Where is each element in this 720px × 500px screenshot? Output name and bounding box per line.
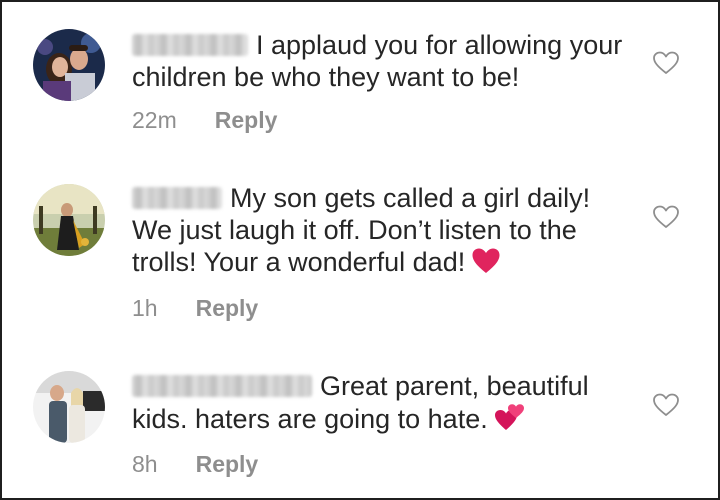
reply-button[interactable]: Reply xyxy=(196,451,259,477)
reply-button[interactable]: Reply xyxy=(215,107,278,133)
two-hearts-emoji xyxy=(494,402,526,439)
comment-meta: 1h Reply xyxy=(132,294,258,322)
heart-outline-icon[interactable] xyxy=(653,51,679,75)
heart-outline-icon[interactable] xyxy=(653,393,679,417)
comment-text-block: My son gets called a girl daily! We just… xyxy=(132,182,632,282)
comment-time: 22m xyxy=(132,107,177,133)
comment-time: 1h xyxy=(132,295,158,321)
avatar[interactable] xyxy=(33,29,105,101)
comments-panel: I applaud you for allowing your children… xyxy=(0,0,720,500)
avatar[interactable] xyxy=(33,184,105,256)
heart-outline-icon[interactable] xyxy=(653,205,679,229)
comment-text-block: Great parent, beautiful kids. haters are… xyxy=(132,370,632,439)
comment-meta: 8h Reply xyxy=(132,450,258,478)
comment-text-block: I applaud you for allowing your children… xyxy=(132,29,632,93)
blurred-username[interactable] xyxy=(132,34,248,56)
comment-time: 8h xyxy=(132,451,158,477)
comment-meta: 22m Reply xyxy=(132,106,277,134)
blurred-username[interactable] xyxy=(132,187,222,209)
blurred-username[interactable] xyxy=(132,375,312,397)
avatar[interactable] xyxy=(33,371,105,443)
red-heart-emoji xyxy=(471,247,501,282)
reply-button[interactable]: Reply xyxy=(196,295,259,321)
